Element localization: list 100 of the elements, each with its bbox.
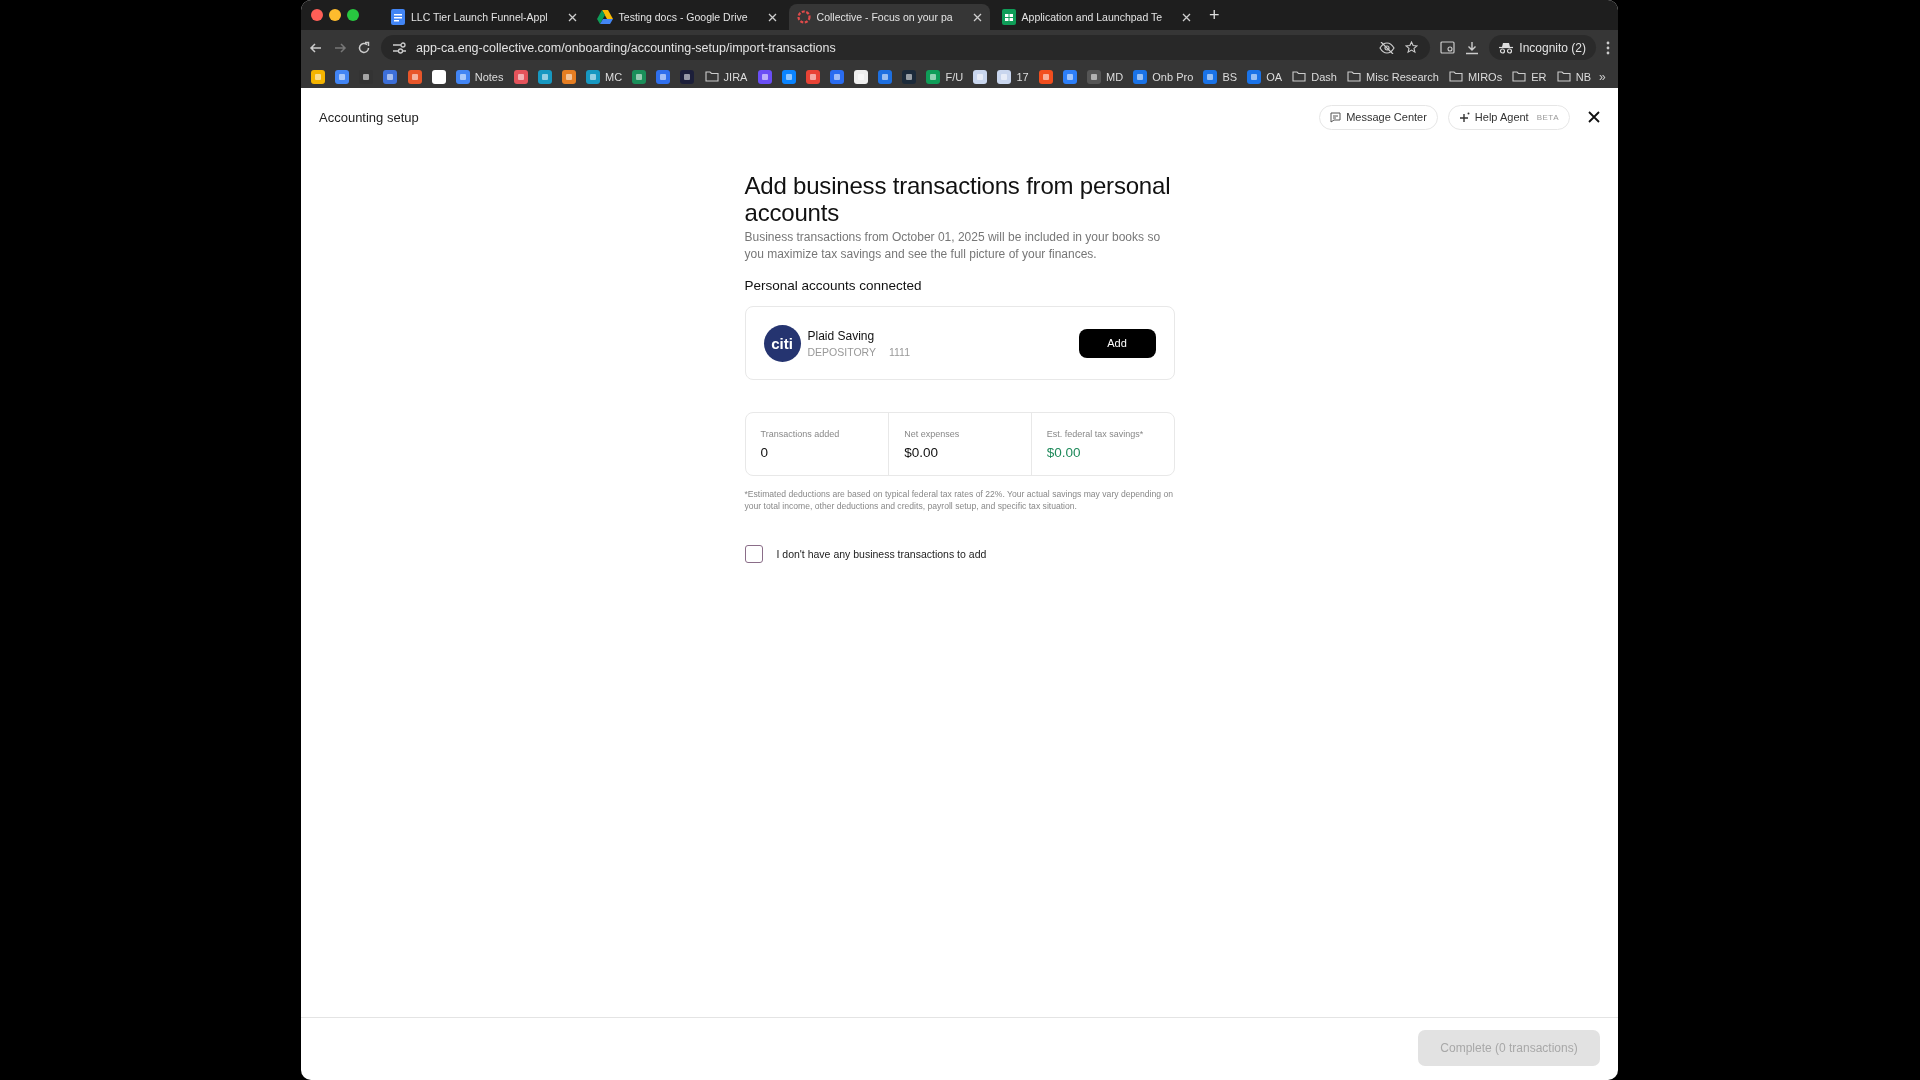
tab-title: Testing docs - Google Drive (618, 11, 748, 23)
add-button[interactable]: Add (1078, 328, 1156, 358)
bookmark-link[interactable] (803, 69, 822, 84)
url-text: app-ca.eng-collective.com/onboarding/accounting-setup/import-transactions (416, 40, 837, 55)
maximize-window-button[interactable] (347, 9, 359, 21)
bookmark-link[interactable] (852, 69, 871, 84)
site-icon (1133, 69, 1148, 84)
bookmark-link[interactable] (535, 69, 554, 84)
folder-icon (1512, 71, 1527, 82)
tab-title: Collective - Focus on your pa (816, 11, 953, 23)
bookmark-folder[interactable]: Misc Research (1345, 70, 1441, 83)
section-title: Personal accounts connected (744, 278, 923, 293)
bookmark-folder[interactable]: ER (1510, 70, 1549, 83)
site-icon (902, 69, 917, 84)
site-icon (311, 69, 325, 84)
site-icon (878, 69, 893, 84)
bookmark-link[interactable] (876, 69, 895, 84)
site-icon (383, 69, 398, 84)
site-icon (805, 69, 820, 84)
incognito-icon (1499, 41, 1514, 54)
eye-slash-icon (1379, 41, 1396, 54)
site-icon (537, 69, 552, 84)
bookmark-link[interactable] (559, 69, 578, 84)
bookmark-folder[interactable]: JIRA (702, 70, 750, 83)
incognito-button[interactable]: Incognito (2) (1489, 35, 1596, 60)
beta-label: BETA (1536, 112, 1559, 122)
chat-icon (1330, 111, 1342, 123)
bookmark-link[interactable]: Notes (453, 69, 506, 84)
bookmark-link[interactable] (309, 69, 327, 84)
close-window-button[interactable] (311, 9, 323, 21)
bookmark-link[interactable] (1036, 69, 1055, 84)
bookmark-link[interactable]: 17 (995, 69, 1031, 84)
star-icon (1405, 41, 1419, 54)
bookmark-link[interactable] (333, 69, 352, 84)
bookmark-link[interactable]: F/U (924, 69, 966, 84)
bookmark-folder[interactable]: Dash (1290, 70, 1339, 83)
site-settings-icon (393, 41, 406, 54)
reload-icon[interactable] (357, 40, 371, 55)
site-icon (1038, 69, 1053, 84)
bookmark-link[interactable] (755, 69, 774, 84)
site-icon (1087, 69, 1102, 84)
footnote: *Estimated deductions are based on typical federal tax rates of 22%. Your actual savings may vary depending on your total income, other deductions and credits, payroll setup, and specific tax situation. (744, 488, 1175, 512)
browser-tab[interactable]: Testing docs - Google Drive (588, 4, 785, 30)
bookmark-link[interactable] (429, 69, 448, 84)
stat-label: Net expenses (904, 428, 961, 439)
browser-tab[interactable]: LLC Tier Launch Funnel-Appl (383, 4, 585, 30)
forward-icon[interactable] (333, 40, 347, 55)
window-search-icon[interactable] (1440, 41, 1456, 54)
site-icon (561, 69, 576, 84)
site-icon (431, 69, 446, 84)
site-icon (973, 69, 988, 84)
new-tab-button[interactable]: + (1209, 4, 1220, 26)
bookmark-link[interactable]: BS (1201, 69, 1240, 84)
drive-icon (596, 10, 613, 24)
document-icon (391, 9, 405, 25)
message-center-button[interactable]: Message Center (1319, 104, 1438, 130)
bookmark-link[interactable] (827, 69, 846, 84)
address-bar[interactable]: app-ca.eng-collective.com/onboarding/accounting-setup/import-transactions (381, 35, 1431, 60)
folder-icon (1347, 71, 1362, 82)
folder-icon (704, 71, 719, 82)
site-icon (1203, 69, 1218, 84)
page-title: Accounting setup (319, 109, 420, 125)
checkbox[interactable] (744, 544, 763, 563)
bookmark-link[interactable] (511, 69, 530, 84)
browser-tab[interactable]: Application and Launchpad Te (993, 4, 1200, 30)
help-agent-button[interactable]: Help Agent BETA (1447, 104, 1570, 130)
more-menu-icon[interactable] (1606, 40, 1610, 55)
stat-label: Transactions added (760, 428, 841, 439)
account-name: Plaid Saving (807, 328, 876, 343)
more-bookmarks-button[interactable]: » (1599, 69, 1606, 84)
bookmark-link[interactable]: MC (584, 69, 625, 84)
bookmark-link[interactable] (678, 69, 697, 84)
bookmark-link[interactable] (630, 69, 649, 84)
bookmark-link[interactable]: OA (1245, 69, 1285, 84)
bookmark-link[interactable] (381, 69, 400, 84)
folder-icon (1292, 71, 1307, 82)
stat-label: Est. federal tax savings* (1046, 428, 1145, 439)
minimize-window-button[interactable] (329, 9, 341, 21)
bookmark-link[interactable] (1060, 69, 1079, 84)
bookmark-folder[interactable]: NB (1554, 70, 1593, 83)
site-icon (926, 69, 941, 84)
tab-title: LLC Tier Launch Funnel-Appl (411, 11, 548, 23)
close-icon[interactable] (1588, 111, 1600, 123)
bookmark-link[interactable] (971, 69, 990, 84)
download-icon[interactable] (1465, 40, 1480, 55)
bookmark-folder[interactable]: MIROs (1446, 70, 1505, 83)
stat-value: 0 (760, 444, 769, 460)
bookmark-link[interactable]: MD (1085, 69, 1126, 84)
bookmark-link[interactable] (779, 69, 798, 84)
bookmark-link[interactable] (405, 69, 424, 84)
site-icon (586, 69, 600, 84)
site-icon (656, 69, 671, 84)
site-icon (513, 69, 528, 84)
bookmark-link[interactable] (654, 69, 673, 84)
page-heading: Add business transactions from personal accounts (744, 172, 1172, 226)
browser-tab[interactable]: Collective - Focus on your pa (788, 4, 990, 30)
bookmark-link[interactable] (900, 69, 919, 84)
site-icon (997, 69, 1012, 84)
bookmark-link[interactable]: Onb Pro (1131, 69, 1196, 84)
back-icon[interactable] (309, 40, 323, 55)
